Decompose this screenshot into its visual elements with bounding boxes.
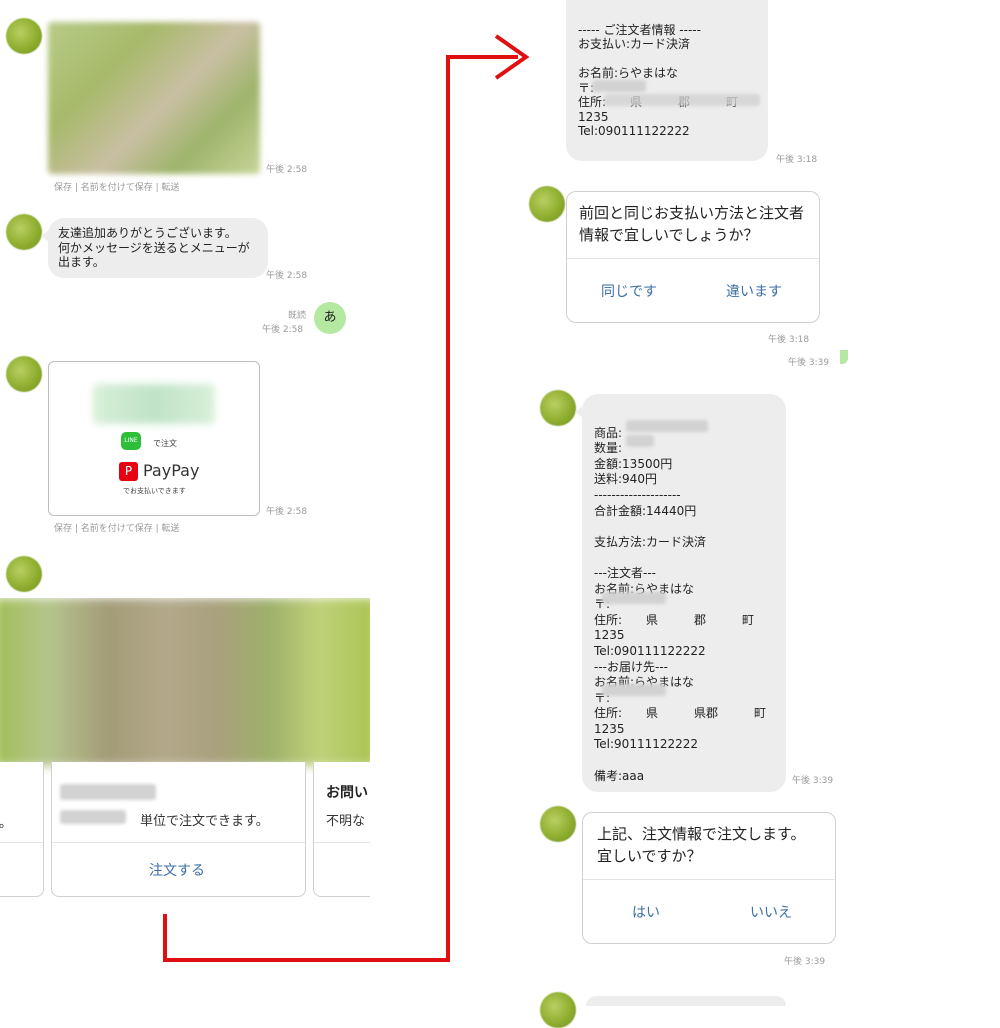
redacted-unit <box>60 810 126 824</box>
carousel[interactable]: 。 単位で注文できます。 注文する お問い 不明な <box>0 598 370 900</box>
redacted-postal <box>602 684 666 696</box>
timestamp: 午後 2:58 <box>266 271 308 281</box>
confirm-card: 前回と同じお支払い方法と注文者情報で宜しいでしょうか？ 同じです 違います <box>566 191 820 323</box>
bot-avatar <box>540 806 576 842</box>
same-button[interactable]: 同じです <box>601 281 657 301</box>
timestamp: 午後 2:58 <box>266 507 308 517</box>
flow-arrow-segment <box>163 914 167 962</box>
redacted-postal <box>602 592 666 604</box>
paypay-caption: でお支払いできます <box>123 487 186 495</box>
image-actions[interactable]: 保存 | 名前を付けて保存 | 転送 <box>54 521 180 534</box>
banner-logo-blurred <box>93 384 215 424</box>
redacted-product <box>626 420 708 432</box>
different-button[interactable]: 違います <box>726 281 782 301</box>
line-order-caption: で注文 <box>153 439 177 448</box>
bot-avatar <box>6 18 42 54</box>
greeting-message: 友達追加ありがとうございます。 何かメッセージを送るとメニューが出ます。 <box>41 218 268 278</box>
arrowhead-icon <box>494 34 530 80</box>
redacted-postal <box>592 80 646 92</box>
timestamp: 午後 3:39 <box>784 957 826 967</box>
read-receipt: 既読 <box>288 311 307 321</box>
payment-banner[interactable]: LINE で注文 P PayPay でお支払いできます <box>48 361 260 516</box>
carousel-image-strip <box>0 598 370 766</box>
timestamp: 午後 3:18 <box>768 335 810 345</box>
timestamp: 午後 2:58 <box>262 325 304 335</box>
yes-button[interactable]: はい <box>632 902 660 922</box>
product-image[interactable] <box>48 22 260 174</box>
carousel-right-title: お問い <box>326 785 368 801</box>
bot-avatar <box>540 390 576 426</box>
redacted-title <box>60 784 156 800</box>
user-message: あ <box>314 302 346 334</box>
redacted-qty <box>626 435 654 447</box>
final-confirm-card: 上記、注文情報で注文します。 宜しいですか？ はい いいえ <box>582 812 836 944</box>
flow-arrow-segment <box>163 958 450 962</box>
paypay-label: PayPay <box>143 461 200 480</box>
bot-avatar <box>529 186 565 222</box>
carousel-card-right: お問い 不明な <box>313 762 370 897</box>
bot-avatar <box>6 556 42 592</box>
bot-avatar <box>6 214 42 250</box>
order-summary-text: 商品: 数量: 金額:13500円 送料:940円 --------------… <box>594 425 767 783</box>
bot-avatar <box>6 356 42 392</box>
bot-avatar <box>540 992 576 1028</box>
image-actions[interactable]: 保存 | 名前を付けて保存 | 転送 <box>54 180 180 193</box>
timestamp: 午後 3:39 <box>788 358 830 368</box>
carousel-card-mid: 単位で注文できます。 注文する <box>51 762 306 897</box>
user-message-edge <box>840 350 848 364</box>
redacted-address <box>604 94 760 106</box>
flow-arrow-segment <box>446 55 450 962</box>
paypay-icon: P <box>119 462 138 481</box>
order-button[interactable]: 注文する <box>149 860 205 880</box>
carousel-right-desc: 不明な <box>326 814 366 829</box>
line-icon: LINE <box>121 432 141 450</box>
final-question: 上記、注文情報で注文します。 宜しいですか？ <box>597 825 806 865</box>
confirm-question: 前回と同じお支払い方法と注文者情報で宜しいでしょうか？ <box>579 204 805 244</box>
carousel-card-left: 。 <box>0 762 44 897</box>
timestamp: 午後 3:39 <box>792 776 834 786</box>
no-button[interactable]: いいえ <box>750 902 792 922</box>
carousel-desc: 単位で注文できます。 <box>140 814 269 829</box>
next-message-edge <box>586 996 786 1006</box>
timestamp: 午後 2:58 <box>266 165 308 175</box>
timestamp: 午後 3:18 <box>776 155 818 165</box>
carousel-left-fragment: 。 <box>0 816 13 831</box>
